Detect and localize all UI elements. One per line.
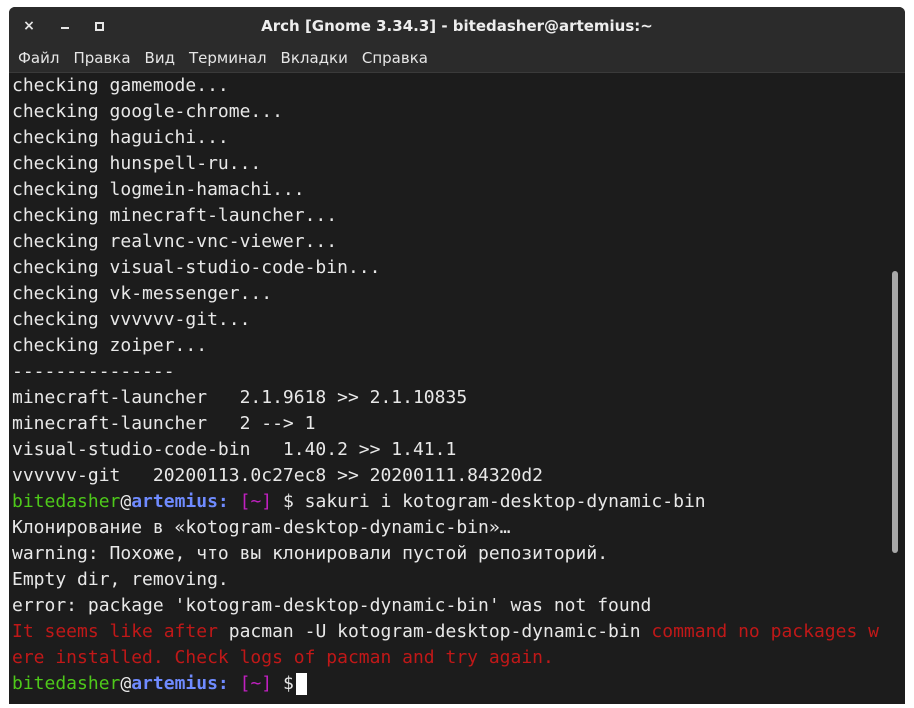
menu-file[interactable]: Файл — [9, 45, 67, 72]
output-line: checking gamemode... — [12, 75, 229, 96]
text-cursor[interactable] — [295, 673, 307, 695]
prompt-dir: [~] — [228, 491, 273, 512]
menu-tabs[interactable]: Вкладки — [273, 45, 356, 72]
output-line: checking google-chrome... — [12, 101, 283, 122]
prompt-user: bitedasher — [12, 673, 121, 694]
prompt-dollar: $ — [272, 491, 294, 512]
output-line: Empty dir, removing. — [12, 569, 229, 590]
error-command: pacman -U kotogram-desktop-dynamic-bin — [228, 621, 641, 642]
error-line: ere installed. Check logs of pacman and … — [12, 647, 554, 668]
error-line: It seems like after pacman -U kotogram-d… — [12, 619, 887, 645]
prompt-at: @ — [120, 673, 132, 694]
output-line: checking vk-messenger... — [12, 283, 273, 304]
prompt-dollar: $ — [272, 673, 294, 694]
prompt-host: artemius: — [131, 673, 229, 694]
output-line: checking zoiper... — [12, 335, 208, 356]
command-text: sakuri i kotogram-desktop-dynamic-bin — [293, 491, 706, 512]
terminal-output[interactable]: checking gamemode... checking google-chr… — [9, 73, 887, 704]
prompt-user: bitedasher — [12, 491, 121, 512]
menu-view[interactable]: Вид — [137, 45, 183, 72]
output-line: checking visual-studio-code-bin... — [12, 257, 381, 278]
prompt-dir: [~] — [228, 673, 273, 694]
error-text: It seems like after — [12, 621, 229, 642]
output-line: visual-studio-code-bin 1.40.2 >> 1.41.1 — [12, 439, 457, 460]
output-line: vvvvvv-git 20200113.0c27ec8 >> 20200111.… — [12, 465, 544, 486]
output-line: error: package 'kotogram-desktop-dynamic… — [12, 595, 652, 616]
menu-bar: Файл Правка Вид Терминал Вкладки Справка — [9, 45, 905, 73]
output-line: Клонирование в «kotogram-desktop-dynamic… — [12, 517, 511, 538]
output-line: checking vvvvvv-git... — [12, 309, 251, 330]
output-line: --------------- — [12, 361, 175, 382]
vertical-scrollbar[interactable] — [887, 73, 905, 704]
prompt-at: @ — [120, 491, 132, 512]
scrollbar-thumb[interactable] — [892, 271, 898, 553]
menu-terminal[interactable]: Терминал — [181, 45, 275, 72]
prompt-line: bitedasher@artemius: [~] $ sakuri i koto… — [12, 489, 887, 515]
output-line: warning: Похоже, что вы клонировали пуст… — [12, 543, 609, 564]
title-bar[interactable]: × Arch [Gnome 3.34.3] - bitedasher@artem… — [9, 7, 905, 45]
prompt-line[interactable]: bitedasher@artemius: [~] $ — [12, 671, 887, 697]
menu-edit[interactable]: Правка — [65, 45, 138, 72]
output-line: checking logmein-hamachi... — [12, 179, 305, 200]
output-line: checking haguichi... — [12, 127, 229, 148]
prompt-host: artemius: — [131, 491, 229, 512]
window-title: Arch [Gnome 3.34.3] - bitedasher@artemiu… — [261, 17, 653, 35]
output-line: checking minecraft-launcher... — [12, 205, 338, 226]
output-line: minecraft-launcher 2 --> 1 — [12, 413, 316, 434]
terminal-window: × Arch [Gnome 3.34.3] - bitedasher@artem… — [9, 7, 905, 704]
output-line: minecraft-launcher 2.1.9618 >> 2.1.10835 — [12, 387, 468, 408]
output-line: checking realvnc-vnc-viewer... — [12, 231, 338, 252]
menu-help[interactable]: Справка — [354, 45, 436, 72]
error-text: command no packages w — [640, 621, 879, 642]
output-line: checking hunspell-ru... — [12, 153, 262, 174]
